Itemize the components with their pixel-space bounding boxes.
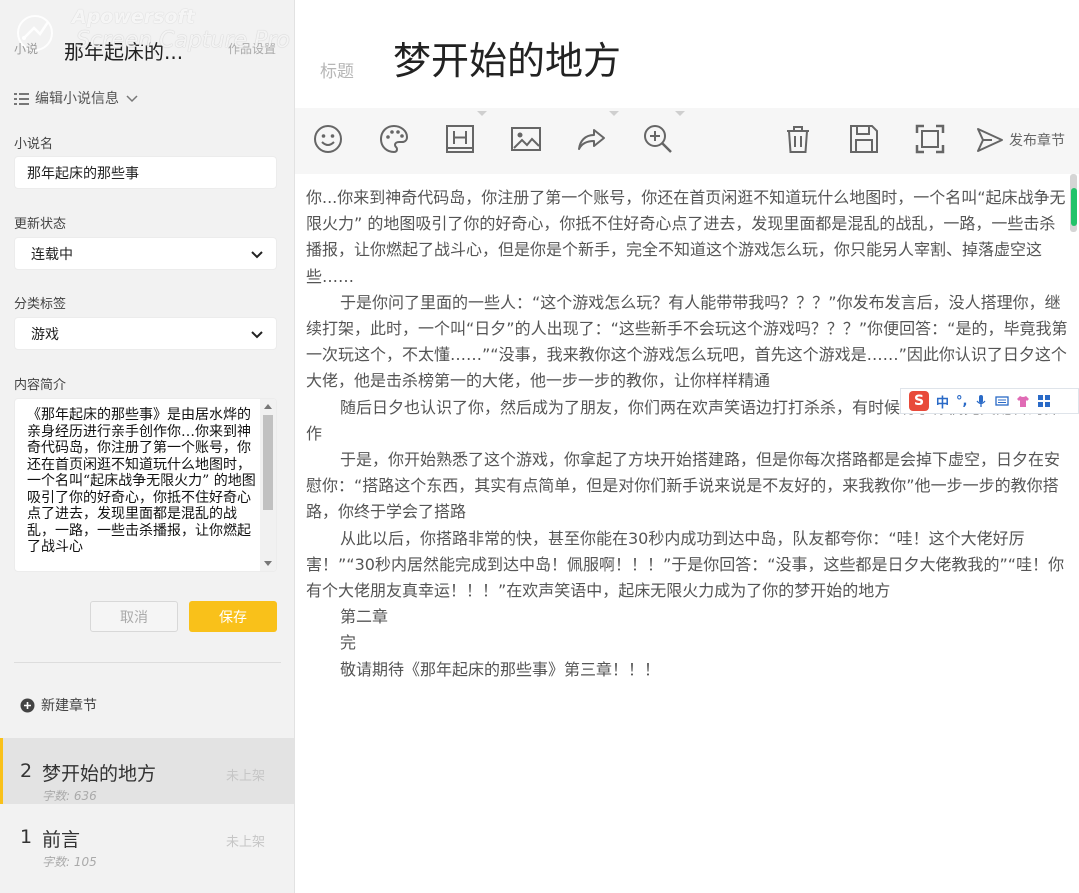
heading-dropdown-caret-icon[interactable] bbox=[477, 111, 487, 116]
chevron-down-icon bbox=[126, 95, 138, 103]
plus-circle-icon bbox=[20, 698, 35, 712]
paragraph: 第二章 bbox=[340, 607, 389, 627]
paragraph: 于是你问了里面的一些人：“这个游戏怎么玩？有人能带带我吗？？？”你发布发言后，没… bbox=[306, 292, 1068, 391]
novel-name-input[interactable]: 那年起床的那些事 bbox=[14, 156, 277, 189]
summary-label: 内容简介 bbox=[14, 378, 67, 393]
sidebar: Apowersoft 小说 那年起床的... 作品设置 Screen Captu… bbox=[0, 0, 295, 893]
trash-icon[interactable] bbox=[781, 122, 815, 156]
chapter-item[interactable]: 1 前言 字数: 105 未上架 bbox=[0, 804, 294, 870]
sidebar-header: Apowersoft 小说 那年起床的... 作品设置 Screen Captu… bbox=[0, 0, 295, 72]
chapter-number: 2 bbox=[20, 760, 33, 782]
publish-chapter-button[interactable]: 发布章节 bbox=[975, 124, 1065, 156]
share-dropdown-caret-icon[interactable] bbox=[609, 111, 619, 116]
share-icon[interactable] bbox=[575, 122, 609, 156]
divider bbox=[14, 662, 281, 663]
sogou-logo-icon[interactable]: S bbox=[909, 391, 929, 411]
summary-text: 《那年起床的那些事》是由居水烨的亲身经历进行亲手创作你…你来到神奇代码岛，你注册… bbox=[27, 407, 256, 555]
cancel-button[interactable]: 取消 bbox=[90, 601, 178, 632]
keyboard-icon[interactable] bbox=[995, 394, 1010, 408]
progress-indicator bbox=[1071, 188, 1077, 226]
chapter-item[interactable]: 2 梦开始的地方 字数: 636 未上架 bbox=[0, 738, 294, 804]
skin-shirt-icon[interactable] bbox=[1016, 394, 1030, 408]
grid-menu-icon[interactable] bbox=[1037, 394, 1051, 408]
watermark-product: Screen Capture Pro bbox=[76, 28, 290, 53]
publish-chapter-label: 发布章节 bbox=[1009, 133, 1065, 149]
category-select-value: 游戏 bbox=[31, 326, 59, 343]
chevron-down-icon bbox=[251, 250, 263, 258]
scroll-up-arrow-icon[interactable] bbox=[264, 404, 272, 409]
paragraph: 敬请期待《那年起床的那些事》第三章！！！ bbox=[340, 659, 661, 679]
watermark-brand: Apowersoft bbox=[72, 6, 195, 28]
microphone-icon[interactable] bbox=[974, 394, 988, 408]
editor-panel: 标题 梦开始的地方 发布章节 你...你来到神奇代码岛，你注册了第一个账号，你还… bbox=[295, 0, 1079, 893]
edit-novel-info-label: 编辑小说信息 bbox=[35, 91, 119, 107]
palette-icon[interactable] bbox=[377, 122, 411, 156]
save-icon[interactable] bbox=[847, 122, 881, 156]
new-chapter-label: 新建章节 bbox=[41, 698, 97, 714]
heading-icon[interactable] bbox=[443, 122, 477, 156]
image-icon[interactable] bbox=[509, 122, 543, 156]
list-icon bbox=[14, 92, 29, 105]
chapter-content-editor[interactable]: 你...你来到神奇代码岛，你注册了第一个账号，你还在首页闲逛不知道玩什么地图时，… bbox=[295, 174, 1079, 893]
summary-scroll-thumb[interactable] bbox=[263, 415, 273, 510]
title-label: 标题 bbox=[320, 62, 354, 82]
chapter-title-input[interactable]: 梦开始的地方 bbox=[393, 30, 621, 85]
new-chapter-button[interactable]: 新建章节 bbox=[20, 695, 97, 715]
summary-scrollbar[interactable] bbox=[260, 399, 276, 571]
save-button[interactable]: 保存 bbox=[189, 601, 277, 632]
chapter-word-count: 字数: 636 bbox=[42, 789, 97, 803]
category-select[interactable]: 游戏 bbox=[14, 317, 277, 350]
paragraph: 你...你来到神奇代码岛，你注册了第一个账号，你还在首页闲逛不知道玩什么地图时，… bbox=[306, 188, 1066, 286]
chevron-down-icon bbox=[251, 330, 263, 338]
fullscreen-icon[interactable] bbox=[913, 122, 947, 156]
chapter-status: 未上架 bbox=[226, 835, 266, 850]
zoom-in-icon[interactable] bbox=[641, 122, 675, 156]
zoom-dropdown-caret-icon[interactable] bbox=[675, 111, 685, 116]
emoji-icon[interactable] bbox=[311, 122, 345, 156]
editor-toolbar: 发布章节 bbox=[295, 108, 1079, 174]
ime-mode[interactable]: 中 bbox=[936, 392, 949, 411]
edit-novel-info-toggle[interactable]: 编辑小说信息 bbox=[14, 88, 139, 108]
paragraph: 于是，你开始熟悉了这个游戏，你拿起了方块开始搭建路，但是你每次搭路都是会掉下虚空… bbox=[306, 450, 1061, 522]
chapter-title: 梦开始的地方 bbox=[42, 763, 157, 785]
paragraph: 从此以后，你搭路非常的快，甚至你能在30秒内成功到达中岛，队友都夸你：“哇！这个… bbox=[306, 528, 1065, 601]
summary-textarea[interactable]: 《那年起床的那些事》是由居水烨的亲身经历进行亲手创作你…你来到神奇代码岛，你注册… bbox=[14, 398, 277, 572]
paragraph: 完 bbox=[340, 633, 357, 653]
status-select[interactable]: 连载中 bbox=[14, 237, 277, 270]
novel-name-label: 小说名 bbox=[14, 137, 54, 152]
chapter-content: 你...你来到神奇代码岛，你注册了第一个账号，你还在首页闲逛不知道玩什么地图时，… bbox=[306, 185, 1070, 683]
send-icon bbox=[977, 128, 1003, 152]
status-label: 更新状态 bbox=[14, 217, 67, 232]
chapter-number: 1 bbox=[20, 826, 33, 848]
status-select-value: 连载中 bbox=[31, 246, 73, 263]
ime-punctuation[interactable]: °, bbox=[956, 394, 967, 409]
chapter-status: 未上架 bbox=[226, 769, 266, 784]
chapter-title: 前言 bbox=[42, 829, 81, 851]
chapter-word-count: 字数: 105 bbox=[42, 855, 97, 869]
scroll-down-arrow-icon[interactable] bbox=[264, 561, 272, 566]
sidebar-small-label: 小说 bbox=[14, 42, 39, 56]
ime-toolbar[interactable]: S 中 °, bbox=[900, 388, 1079, 414]
category-label: 分类标签 bbox=[14, 297, 67, 312]
